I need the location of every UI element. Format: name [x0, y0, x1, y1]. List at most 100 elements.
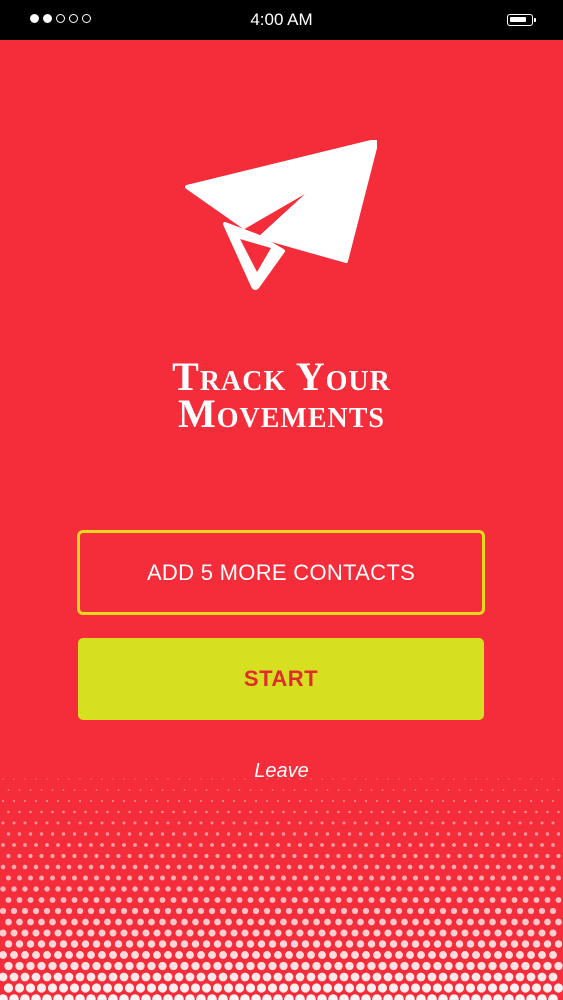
halftone-dot	[3, 983, 14, 993]
halftone-dot	[364, 799, 368, 803]
halftone-dot	[375, 799, 379, 803]
halftone-dot	[430, 799, 434, 803]
halftone-dot	[116, 832, 121, 836]
halftone-dot	[257, 961, 266, 971]
halftone-dot	[407, 864, 413, 870]
halftone-dot	[57, 778, 59, 780]
halftone-dot	[495, 864, 501, 870]
halftone-dot	[177, 799, 181, 803]
halftone-dot	[111, 799, 115, 803]
halftone-dot	[494, 951, 502, 959]
halftone-dot	[280, 875, 287, 881]
halftone-dot	[248, 832, 253, 836]
halftone-dot	[531, 983, 542, 993]
halftone-dot	[518, 843, 522, 847]
halftone-dot	[545, 832, 550, 836]
halftone-dot	[134, 778, 136, 780]
halftone-dot	[301, 961, 310, 971]
halftone-dot	[402, 853, 407, 859]
halftone-dot	[99, 864, 105, 870]
halftone-dot	[396, 886, 402, 892]
halftone-dot	[395, 929, 403, 937]
halftone-dot	[100, 843, 104, 847]
halftone-dot	[357, 875, 364, 881]
halftone-dot	[138, 853, 143, 859]
halftone-dot	[56, 799, 60, 803]
halftone-dot	[489, 875, 496, 881]
halftone-dot	[246, 940, 255, 948]
halftone-dot	[26, 940, 35, 948]
halftone-dot	[370, 789, 373, 791]
halftone-dot	[534, 832, 539, 836]
halftone-dot	[7, 810, 10, 814]
halftone-dot	[262, 972, 272, 982]
halftone-dot	[257, 940, 266, 948]
halftone-dot	[306, 994, 316, 1000]
add-contacts-button[interactable]: ADD 5 MORE CONTACTS	[77, 530, 485, 615]
halftone-dot	[160, 853, 165, 859]
halftone-dot	[106, 789, 109, 791]
halftone-dot	[302, 918, 309, 926]
halftone-dot	[544, 918, 551, 926]
halftone-dot	[280, 897, 287, 903]
halftone-dot	[141, 972, 151, 982]
halftone-dot	[326, 789, 329, 791]
halftone-dot	[6, 853, 11, 859]
halftone-dot	[463, 821, 467, 825]
halftone-dot	[33, 886, 39, 892]
halftone-dot	[395, 951, 403, 959]
halftone-dot	[333, 983, 344, 993]
halftone-dot	[18, 789, 21, 791]
halftone-dot	[473, 864, 479, 870]
halftone-dot	[175, 929, 183, 937]
halftone-dot	[207, 972, 217, 982]
halftone-dot	[392, 789, 395, 791]
halftone-dot	[429, 864, 435, 870]
halftone-dot	[148, 875, 155, 881]
halftone-dot	[232, 821, 236, 825]
halftone-dot	[254, 821, 258, 825]
halftone-dot	[512, 853, 517, 859]
halftone-dot	[137, 918, 144, 926]
halftone-dot	[243, 843, 247, 847]
halftone-dot	[522, 875, 529, 881]
halftone-dot	[177, 843, 181, 847]
halftone-dot	[436, 789, 439, 791]
start-button[interactable]: START	[78, 638, 484, 720]
halftone-dot	[443, 983, 454, 993]
halftone-dot	[428, 929, 436, 937]
halftone-dot	[242, 886, 248, 892]
halftone-dot	[5, 875, 12, 881]
halftone-dot	[433, 940, 442, 948]
halftone-dot	[390, 897, 397, 903]
halftone-dot	[95, 789, 98, 791]
halftone-dot	[403, 810, 406, 814]
halftone-dot	[82, 875, 89, 881]
halftone-dot	[72, 832, 77, 836]
halftone-dot	[300, 983, 311, 993]
halftone-dot	[1, 799, 5, 803]
halftone-dot	[292, 853, 297, 859]
halftone-dot	[281, 853, 286, 859]
halftone-dot	[5, 918, 12, 926]
halftone-dot	[83, 853, 88, 859]
halftone-dot	[71, 897, 78, 903]
halftone-dot	[341, 886, 347, 892]
halftone-dot	[500, 918, 507, 926]
halftone-dot	[385, 886, 391, 892]
halftone-dot	[161, 789, 164, 791]
halftone-dot	[194, 789, 197, 791]
halftone-dot	[424, 853, 429, 859]
halftone-dot	[509, 983, 520, 993]
halftone-dot	[540, 821, 544, 825]
halftone-dot	[552, 778, 554, 780]
halftone-dot	[451, 886, 457, 892]
halftone-dot	[287, 843, 291, 847]
halftone-dot	[398, 778, 400, 780]
halftone-dot	[110, 864, 116, 870]
halftone-dot	[200, 778, 202, 780]
halftone-dot	[34, 843, 38, 847]
halftone-dot	[275, 886, 281, 892]
halftone-dot	[457, 853, 462, 859]
halftone-dot	[240, 972, 250, 982]
